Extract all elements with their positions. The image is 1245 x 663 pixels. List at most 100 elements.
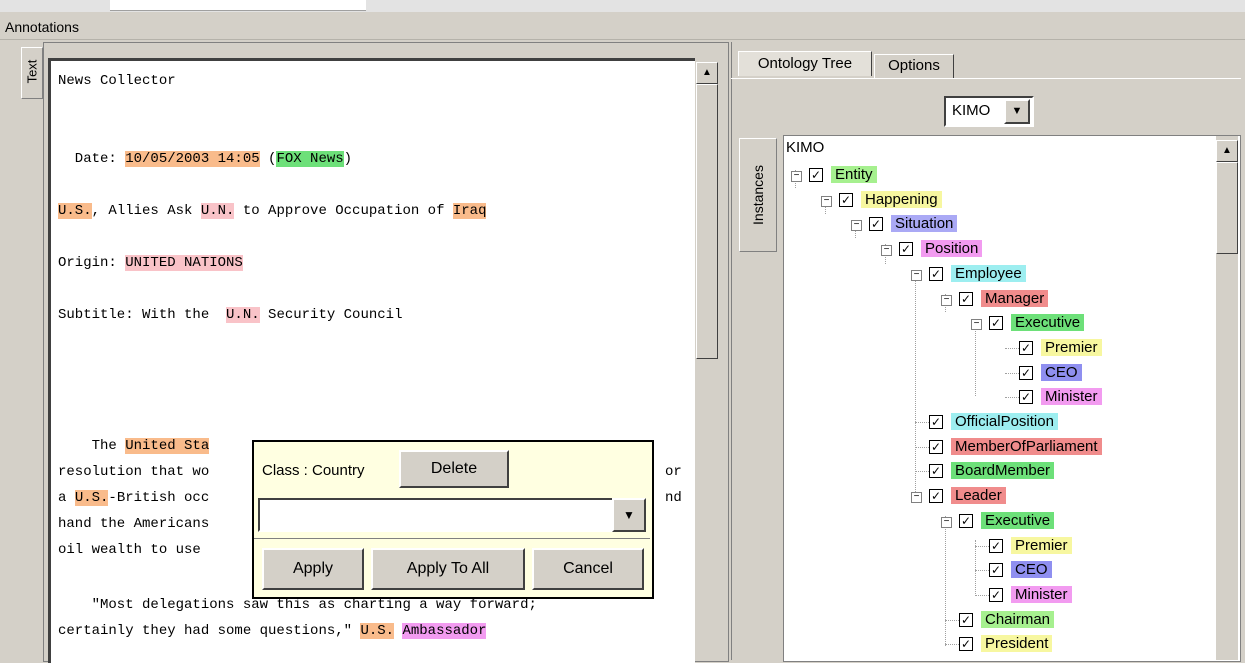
doc-line: hand the Americans xyxy=(58,516,209,532)
tree-node-label[interactable]: CEO xyxy=(1041,363,1082,381)
tree-node-label[interactable]: Minister xyxy=(1041,388,1102,406)
class-combo-input[interactable] xyxy=(258,498,616,532)
tree-node-label[interactable]: Executive xyxy=(1011,314,1085,332)
tree-node-label[interactable]: Premier xyxy=(1011,536,1072,554)
annotation-position[interactable]: Ambassador xyxy=(402,623,487,639)
tree-checkbox[interactable]: ✓ xyxy=(899,242,913,257)
tree-node-entity: Entity xyxy=(831,165,877,185)
tree-node-label[interactable]: Executive xyxy=(981,511,1055,529)
tree-checkbox[interactable]: ✓ xyxy=(959,513,973,528)
doc-line: News Collector xyxy=(58,73,176,89)
annotation-country[interactable]: United Sta xyxy=(125,438,210,454)
tree-node-employee: Employee xyxy=(951,264,1026,284)
tree-checkbox[interactable]: ✓ xyxy=(1019,365,1033,380)
tree-collapse-icon[interactable]: − xyxy=(971,319,982,331)
tree-node-label[interactable]: Minister xyxy=(1011,585,1072,603)
tree-checkbox[interactable]: ✓ xyxy=(989,587,1003,602)
tree-collapse-icon[interactable]: − xyxy=(911,492,922,504)
tree-checkbox[interactable]: ✓ xyxy=(839,192,853,207)
annotation-country[interactable]: Iraq xyxy=(452,203,487,219)
tree-collapse-icon[interactable]: − xyxy=(791,171,802,182)
scroll-up-button[interactable]: ▲ xyxy=(696,62,718,84)
top-strip-tab[interactable] xyxy=(110,0,366,11)
doc-line: resolution that wo xyxy=(58,464,209,480)
tree-node-ceo: CEO xyxy=(1011,560,1052,580)
text-scrollbar[interactable]: ▲ xyxy=(696,58,718,660)
doc-line: Subtitle: With the U.N. Security Council xyxy=(58,307,402,323)
ontology-tree[interactable]: KIMO − ✓ Entity − ✓ Happening − ✓ Situation − ✓ Pos… xyxy=(783,135,1241,662)
tree-node-label[interactable]: MemberOfParliament xyxy=(951,437,1102,455)
annotation-organization[interactable]: UNITED NATIONS xyxy=(125,255,243,271)
tree-scroll-up-button[interactable]: ▲ xyxy=(1216,140,1238,162)
tree-guide-line xyxy=(975,540,976,596)
tree-node-label[interactable]: Manager xyxy=(981,289,1049,307)
annotation-organization[interactable]: FOX News xyxy=(276,151,344,167)
tree-collapse-icon[interactable]: − xyxy=(911,269,922,281)
popup-divider xyxy=(254,538,650,539)
combo-dropdown-button[interactable]: ▼ xyxy=(612,498,646,532)
tree-checkbox[interactable]: ✓ xyxy=(989,563,1003,578)
tree-node-label[interactable]: Entity xyxy=(831,166,877,183)
tree-checkbox[interactable]: ✓ xyxy=(929,415,943,429)
tree-node-label[interactable]: President xyxy=(981,635,1053,653)
tree-node-label[interactable]: Happening xyxy=(861,190,942,208)
annotation-country[interactable]: U.S. xyxy=(74,490,109,506)
tree-node-label[interactable]: Chairman xyxy=(981,610,1055,628)
instances-side-tab[interactable]: Instances xyxy=(739,138,777,252)
annotation-date[interactable]: 10/05/2003 14:05 xyxy=(125,151,260,167)
tree-collapse-icon[interactable]: − xyxy=(851,220,862,232)
tree-checkbox[interactable]: ✓ xyxy=(1019,390,1033,405)
tree-node-label[interactable]: Situation xyxy=(891,215,958,233)
tree-checkbox[interactable]: ✓ xyxy=(959,612,973,627)
doc-line: a U.S.-British occ xyxy=(58,490,209,506)
tab-options[interactable]: Options xyxy=(874,54,954,79)
annotation-organization[interactable]: U.N. xyxy=(226,307,260,323)
tree-checkbox[interactable]: ✓ xyxy=(869,217,883,232)
tree-node-label[interactable]: Position xyxy=(921,240,983,258)
text-side-tab[interactable]: Text xyxy=(21,47,43,99)
tree-checkbox[interactable]: ✓ xyxy=(959,291,973,306)
tab-ontology-tree[interactable]: Ontology Tree xyxy=(738,51,872,76)
annotation-country[interactable]: U.S. xyxy=(58,203,92,219)
doc-line: or xyxy=(665,464,682,480)
tree-checkbox[interactable]: ✓ xyxy=(989,538,1003,553)
tree-node-executive: Executive xyxy=(1011,313,1085,333)
tree-collapse-icon[interactable]: − xyxy=(881,245,892,257)
text-side-tab-label: Text xyxy=(24,59,40,84)
tree-scroll-thumb[interactable] xyxy=(1216,162,1238,254)
tree-node-label[interactable]: Employee xyxy=(951,264,1026,282)
tree-checkbox[interactable]: ✓ xyxy=(929,464,943,479)
tree-checkbox[interactable]: ✓ xyxy=(989,316,1003,331)
cancel-button[interactable]: Cancel xyxy=(532,548,644,590)
tree-node-label[interactable]: BoardMember xyxy=(951,462,1055,480)
scroll-thumb[interactable] xyxy=(696,84,718,359)
doc-text: ) xyxy=(343,151,353,167)
ontology-dropdown-button[interactable]: ▼ xyxy=(1004,99,1030,124)
ontology-select[interactable]: KIMO ▼ xyxy=(944,96,1034,127)
tab-divider xyxy=(731,78,1241,79)
tree-checkbox[interactable]: ✓ xyxy=(809,168,823,182)
tree-node-label[interactable]: OfficialPosition xyxy=(951,413,1058,430)
tree-checkbox[interactable]: ✓ xyxy=(929,439,943,454)
tree-collapse-icon[interactable]: − xyxy=(821,195,832,207)
tree-checkbox[interactable]: ✓ xyxy=(929,489,943,504)
apply-to-all-button[interactable]: Apply To All xyxy=(371,548,525,590)
instances-tab-label: Instances xyxy=(750,165,766,225)
doc-text: hand the Americans xyxy=(58,516,210,532)
tree-checkbox[interactable]: ✓ xyxy=(929,266,943,281)
tree-scrollbar[interactable]: ▲ xyxy=(1216,136,1238,660)
tree-collapse-icon[interactable]: − xyxy=(941,516,952,528)
tree-node-label[interactable]: CEO xyxy=(1011,561,1052,579)
tree-collapse-icon[interactable]: − xyxy=(941,294,952,306)
tree-node-label[interactable]: Leader xyxy=(951,487,1006,505)
annotation-country[interactable]: U.S. xyxy=(360,623,395,639)
delete-button[interactable]: Delete xyxy=(399,450,509,488)
class-label: Class : Country xyxy=(262,462,365,479)
apply-button[interactable]: Apply xyxy=(262,548,364,590)
annotation-organization[interactable]: U.N. xyxy=(200,203,235,219)
doc-text: Subtitle: With the xyxy=(58,307,227,323)
tree-checkbox[interactable]: ✓ xyxy=(959,637,973,652)
doc-text: to Approve Occupation of xyxy=(234,203,453,219)
tree-checkbox[interactable]: ✓ xyxy=(1019,340,1033,355)
tree-node-label[interactable]: Premier xyxy=(1041,338,1102,356)
